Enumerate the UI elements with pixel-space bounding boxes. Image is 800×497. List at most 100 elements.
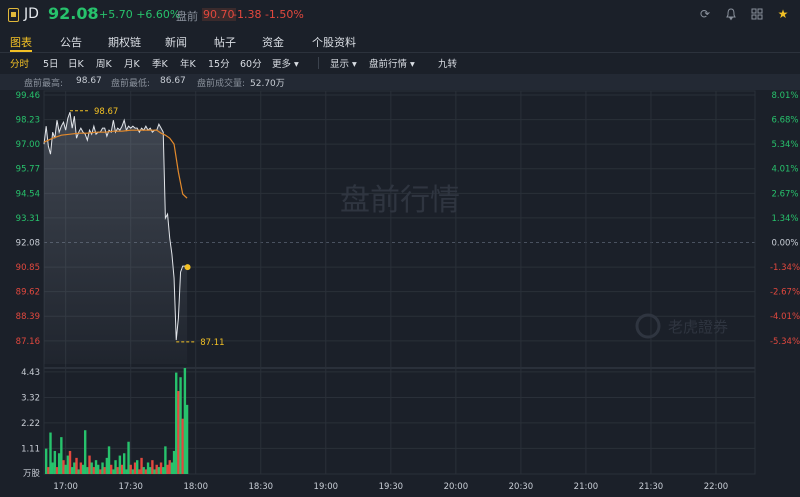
percent-tick-label: 1.34%: [771, 214, 798, 224]
volume-bar: [159, 462, 163, 474]
volume-bar: [64, 464, 67, 474]
volume-bar: [75, 457, 78, 474]
volume-bar: [155, 464, 158, 474]
volume-bar: [90, 462, 93, 474]
volume-bar: [103, 467, 106, 474]
volume-bar: [57, 453, 61, 474]
volume-bar: [68, 450, 72, 474]
volume-bar: [168, 460, 171, 474]
time-tick-label: 19:30: [379, 482, 404, 492]
percent-tick-label: 2.67%: [771, 189, 798, 199]
time-tick-label: 17:00: [53, 482, 78, 492]
volume-tick-label: 4.43: [21, 368, 40, 378]
volume-bar: [55, 467, 59, 474]
volume-bar: [170, 462, 174, 474]
volume-bar: [162, 467, 165, 474]
volume-bar: [101, 462, 104, 474]
time-tick-label: 21:30: [639, 482, 664, 492]
volume-bar: [123, 453, 126, 474]
volume-bar: [60, 437, 63, 474]
volume-bar: [185, 404, 189, 474]
volume-bar: [146, 462, 150, 474]
time-tick-label: 21:00: [574, 482, 599, 492]
volume-bar: [136, 460, 139, 474]
price-tick-label: 87.16: [16, 337, 40, 347]
time-tick-label: 17:30: [118, 482, 143, 492]
price-tick-label: 95.77: [16, 165, 40, 175]
time-tick-label: 18:30: [249, 482, 274, 492]
price-tick-label: 97.00: [16, 140, 40, 150]
volume-bar: [53, 450, 57, 474]
percent-tick-label: -1.34%: [770, 263, 800, 273]
time-tick-label: 18:00: [183, 482, 208, 492]
volume-bar: [73, 462, 76, 474]
tiger-logo-icon: [635, 313, 661, 339]
volume-bar: [172, 450, 176, 474]
percent-tick-label: -2.67%: [770, 288, 800, 298]
last-price-dot: [184, 264, 191, 271]
volume-unit-label: 万股: [23, 469, 41, 479]
volume-bar: [175, 372, 178, 474]
volume-bar: [79, 462, 83, 474]
watermark-text: 盘前行情: [340, 183, 460, 218]
volume-bar: [81, 464, 85, 474]
volume-bar: [166, 464, 169, 474]
volume-bar: [49, 432, 52, 474]
percent-tick-label: 5.34%: [771, 140, 798, 150]
volume-bar: [88, 455, 91, 474]
volume-bar: [142, 467, 145, 474]
volume-bar: [66, 455, 70, 474]
price-tick-label: 99.46: [16, 91, 40, 101]
volume-bar: [125, 469, 128, 474]
price-tick-label: 89.62: [16, 288, 40, 298]
volume-bar: [112, 469, 115, 474]
volume-bar: [138, 469, 141, 474]
percent-tick-label: 8.01%: [771, 91, 798, 101]
time-tick-label: 22:00: [704, 482, 729, 492]
volume-bar: [177, 391, 180, 474]
volume-bar: [127, 441, 130, 474]
price-tick-label: 94.54: [16, 189, 40, 199]
volume-bar: [153, 469, 156, 474]
time-tick-label: 20:30: [509, 482, 534, 492]
price-area: [44, 112, 188, 364]
volume-bar: [116, 467, 119, 474]
time-tick-label: 20:00: [444, 482, 469, 492]
volume-bar: [99, 469, 102, 474]
volume-bar: [151, 460, 154, 474]
volume-bar: [70, 467, 74, 474]
volume-bar: [77, 469, 80, 474]
volume-bar: [149, 467, 152, 474]
volume-bar: [144, 469, 148, 474]
volume-bar: [107, 446, 111, 474]
volume-bar: [181, 418, 184, 474]
percent-tick-label: -5.34%: [770, 337, 800, 347]
price-tick-label: 92.08: [16, 238, 40, 248]
volume-bar: [96, 464, 100, 474]
volume-tick-label: 1.11: [21, 444, 40, 454]
volume-bar: [120, 464, 124, 474]
volume-bars: [44, 368, 189, 474]
volume-bar: [118, 455, 122, 474]
volume-bar: [114, 460, 117, 474]
brand-text: 老虎證券: [668, 318, 728, 336]
volume-bar: [51, 462, 54, 474]
price-tick-label: 93.31: [16, 214, 40, 224]
annotation-label: 87.11: [200, 338, 224, 348]
intraday-chart[interactable]: 盘前行情 老虎證券 98.67 87.11 99.46 8.01% 98.23 6.68…: [0, 0, 800, 497]
volume-bar: [133, 462, 137, 474]
time-tick-label: 19:00: [314, 482, 339, 492]
volume-bar: [157, 467, 161, 474]
volume-bar: [94, 460, 98, 474]
volume-bar: [109, 464, 113, 474]
volume-bar: [86, 467, 89, 474]
volume-bar: [44, 448, 48, 474]
volume-bar: [83, 430, 87, 474]
price-tick-label: 98.23: [16, 116, 40, 126]
volume-bar: [62, 460, 65, 474]
volume-bar: [183, 368, 187, 474]
volume-tick-label: 2.22: [21, 419, 40, 429]
annotation-label: 98.67: [94, 107, 118, 117]
volume-bar: [164, 446, 167, 474]
price-tick-label: 90.85: [16, 263, 40, 273]
